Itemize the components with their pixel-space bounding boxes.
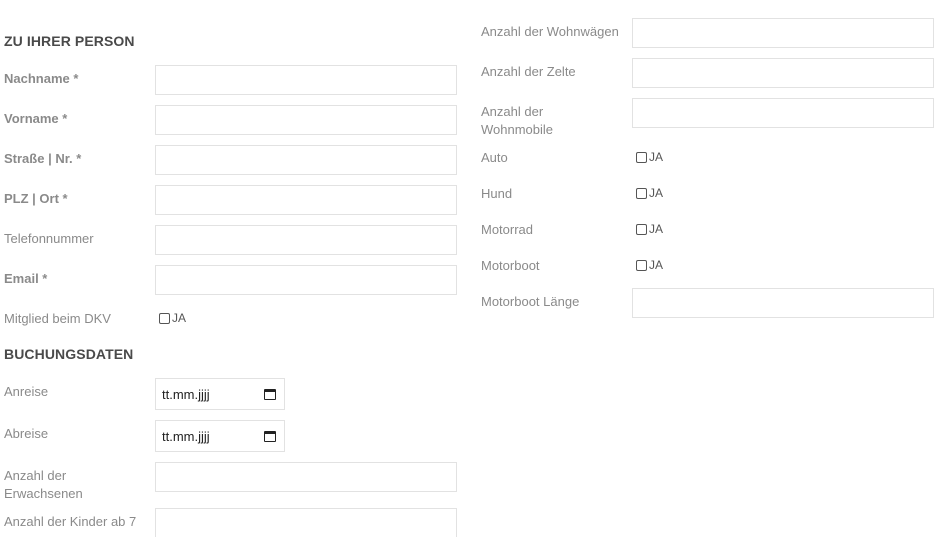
wohnwaegen-input[interactable] <box>632 18 934 48</box>
heading-buchung: BUCHUNGSDATEN <box>4 346 134 362</box>
hund-check-label: JA <box>649 186 664 200</box>
anreise-label: Anreise <box>4 384 49 399</box>
checkbox-box[interactable] <box>636 187 647 199</box>
erwachsene-label: Anzahl der Erwachsenen <box>4 467 83 503</box>
nachname-input[interactable] <box>155 65 457 95</box>
calendar-icon[interactable] <box>264 388 276 400</box>
motorboot-checkbox[interactable]: JA <box>636 258 663 272</box>
checkbox-box[interactable] <box>636 259 647 271</box>
email-label: Email * <box>4 271 48 286</box>
hund-checkbox[interactable]: JA <box>636 186 663 200</box>
auto-label: Auto <box>481 150 508 165</box>
wohnmobile-label-line-2: Wohnmobile <box>481 122 554 137</box>
anreise-date-input[interactable]: tt.mm.jjjj <box>155 378 285 410</box>
motorboot-laenge-input[interactable] <box>632 288 934 318</box>
nachname-label: Nachname * <box>4 71 79 86</box>
motorboot-label: Motorboot <box>481 258 540 273</box>
abreise-date-value: tt.mm.jjjj <box>162 428 210 444</box>
erwachsene-label-line-2: Erwachsenen <box>4 486 83 501</box>
motorboot-laenge-label: Motorboot Länge <box>481 294 580 309</box>
checkbox-box[interactable] <box>636 223 647 235</box>
calendar-icon[interactable] <box>264 430 276 442</box>
auto-checkbox[interactable]: JA <box>636 150 663 164</box>
strasse-input[interactable] <box>155 145 457 175</box>
heading-person: ZU IHRER PERSON <box>4 33 135 49</box>
anreise-date-value: tt.mm.jjjj <box>162 386 210 402</box>
zelte-label: Anzahl der Zelte <box>481 64 576 79</box>
checkbox-box[interactable] <box>636 151 647 163</box>
erwachsene-input[interactable] <box>155 462 457 492</box>
vorname-label: Vorname * <box>4 111 68 126</box>
hund-label: Hund <box>481 186 513 201</box>
plz-ort-input[interactable] <box>155 185 457 215</box>
motorboot-check-label: JA <box>649 258 664 272</box>
motorrad-checkbox[interactable]: JA <box>636 222 663 236</box>
motorrad-label: Motorrad <box>481 222 534 237</box>
auto-check-label: JA <box>649 150 664 164</box>
email-input[interactable] <box>155 265 457 295</box>
telefon-label: Telefonnummer <box>4 231 94 246</box>
vorname-input[interactable] <box>155 105 457 135</box>
wohnwaegen-label: Anzahl der Wohnwägen <box>481 24 619 39</box>
telefon-input[interactable] <box>155 225 457 255</box>
kinder-input[interactable] <box>155 508 457 537</box>
abreise-date-input[interactable]: tt.mm.jjjj <box>155 420 285 452</box>
erwachsene-label-line-1: Anzahl der <box>4 468 67 483</box>
checkbox-box[interactable] <box>159 312 170 324</box>
mitglied-checkbox[interactable]: JA <box>159 311 186 325</box>
wohnmobile-input[interactable] <box>632 98 934 128</box>
mitglied-check-label: JA <box>172 311 187 325</box>
wohnmobile-label: Anzahl der Wohnmobile <box>481 103 553 139</box>
abreise-label: Abreise <box>4 426 49 441</box>
kinder-label: Anzahl der Kinder ab 7 <box>4 514 137 529</box>
strasse-label: Straße | Nr. * <box>4 151 82 166</box>
wohnmobile-label-line-1: Anzahl der <box>481 104 544 119</box>
zelte-input[interactable] <box>632 58 934 88</box>
mitglied-label: Mitglied beim DKV <box>4 311 111 326</box>
plz-ort-label: PLZ | Ort * <box>4 191 68 206</box>
motorrad-check-label: JA <box>649 222 664 236</box>
